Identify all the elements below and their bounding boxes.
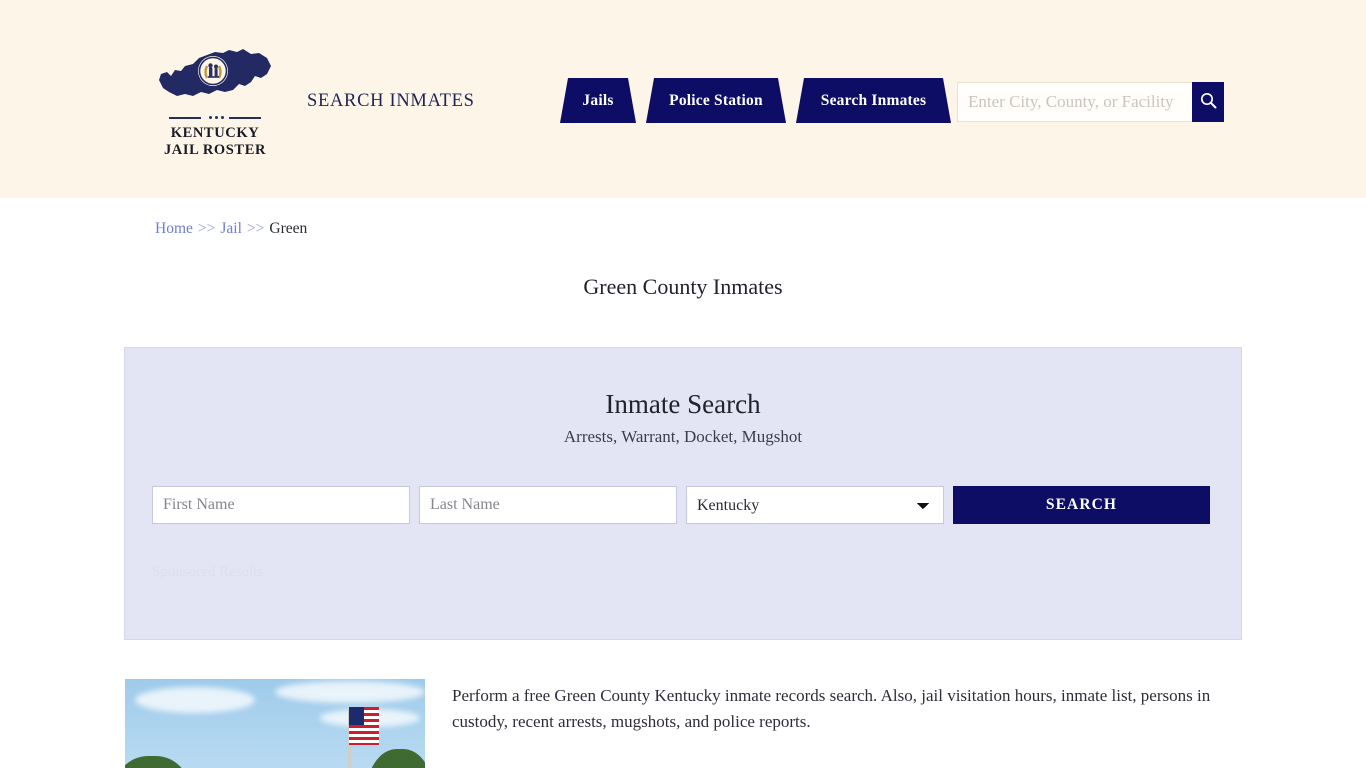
nav-police-station[interactable]: Police Station <box>646 78 786 123</box>
nav-search-inmates[interactable]: Search Inmates <box>796 78 951 123</box>
breadcrumb-separator-2: >> <box>246 220 265 237</box>
state-select[interactable]: Kentucky <box>686 486 944 524</box>
header-inner: KENTUCKY JAIL ROSTER SEARCH INMATES Jail… <box>123 0 1243 198</box>
nav-jails[interactable]: Jails <box>560 78 636 123</box>
breadcrumb-current: Green <box>269 220 308 237</box>
site-logo[interactable]: KENTUCKY JAIL ROSTER <box>155 46 275 159</box>
header-search-button[interactable] <box>1192 82 1224 122</box>
page-title: Green County Inmates <box>583 274 783 299</box>
site-header: KENTUCKY JAIL ROSTER SEARCH INMATES Jail… <box>0 0 1366 198</box>
header-search <box>957 82 1224 122</box>
logo-divider <box>169 114 261 121</box>
breadcrumb-home[interactable]: Home <box>155 220 193 237</box>
main-navigation: Jails Police Station Search Inmates <box>560 78 951 123</box>
last-name-input[interactable] <box>419 486 677 524</box>
content-text: Perform a free Green County Kentucky inm… <box>452 679 1243 768</box>
content-paragraph: Perform a free Green County Kentucky inm… <box>452 686 1211 731</box>
inmate-search-form: Kentucky SEARCH <box>125 486 1241 524</box>
inmate-search-panel: Inmate Search Arrests, Warrant, Docket, … <box>124 347 1242 640</box>
search-submit-button[interactable]: SEARCH <box>953 486 1210 524</box>
sponsored-results-label: Sponsored Results <box>152 564 264 580</box>
kentucky-state-map-icon <box>155 46 275 108</box>
brand-tagline: SEARCH INMATES <box>307 91 475 111</box>
search-icon <box>1200 92 1217 112</box>
breadcrumb: Home >> Jail >> Green <box>123 198 1243 238</box>
breadcrumb-separator-1: >> <box>197 220 216 237</box>
logo-text-line2: JAIL ROSTER <box>163 142 267 158</box>
panel-subtitle: Arrests, Warrant, Docket, Mugshot <box>563 427 803 446</box>
breadcrumb-jail[interactable]: Jail <box>220 220 242 237</box>
header-search-input[interactable] <box>957 82 1192 122</box>
first-name-input[interactable] <box>152 486 410 524</box>
courthouse-photo <box>125 679 425 768</box>
content-section: Perform a free Green County Kentucky inm… <box>123 679 1243 768</box>
logo-text-line1: KENTUCKY <box>170 125 260 141</box>
page-wrapper: Home >> Jail >> Green Green County Inmates I… <box>123 198 1243 768</box>
panel-title: Inmate Search <box>605 389 761 419</box>
